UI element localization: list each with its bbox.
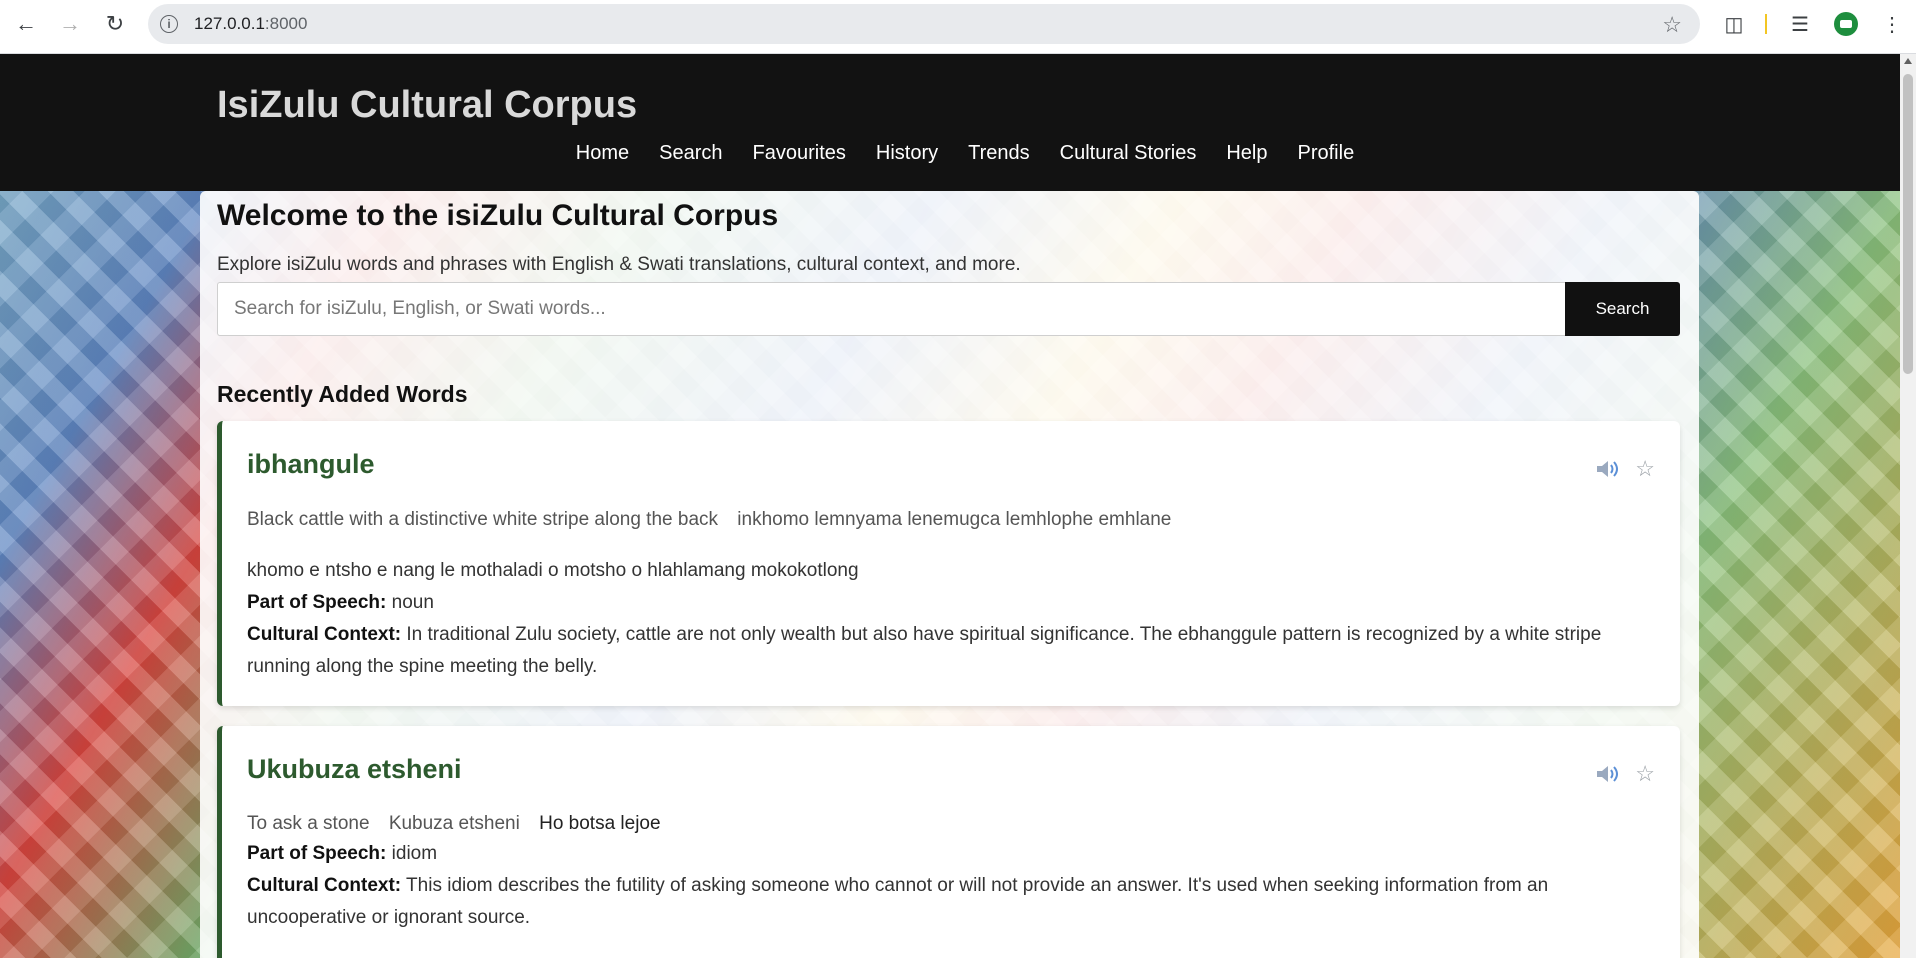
english-translation: Black cattle with a distinctive white st… — [247, 509, 719, 530]
nav-favourites[interactable]: Favourites — [753, 142, 846, 165]
context-value: In traditional Zulu society, cattle are … — [247, 624, 1602, 677]
menu-kebab-icon[interactable]: ⋮ — [1878, 10, 1906, 38]
site-info-icon[interactable]: i — [160, 15, 178, 33]
toolbar-divider — [1765, 14, 1767, 34]
extensions-icon[interactable]: ◫ — [1720, 10, 1748, 38]
cultural-context: Cultural Context: In traditional Zulu so… — [247, 619, 1630, 683]
nav-search[interactable]: Search — [659, 142, 722, 165]
english-translation: To ask a stone — [247, 813, 370, 834]
scrollbar-thumb[interactable] — [1903, 74, 1913, 374]
reload-icon[interactable]: ↻ — [99, 8, 131, 40]
page-viewport: IsiZulu Cultural Corpus Home Search Favo… — [0, 54, 1900, 958]
context-label: Cultural Context: — [247, 624, 402, 645]
page-scrollbar[interactable] — [1900, 54, 1916, 958]
scroll-up-arrow-icon[interactable] — [1904, 58, 1912, 64]
back-icon[interactable]: ← — [10, 8, 42, 40]
search-button[interactable]: Search — [1565, 282, 1680, 336]
address-bar[interactable]: i 127.0.0.1:8000 ☆ — [148, 4, 1700, 44]
part-of-speech: Part of Speech: noun — [247, 587, 1630, 619]
cultural-context: Cultural Context: This idiom describes t… — [247, 870, 1630, 934]
browser-toolbar: ← → ↻ i 127.0.0.1:8000 ☆ ◫ ☰ ⋮ — [0, 0, 1916, 54]
bookmark-star-icon[interactable]: ☆ — [1662, 12, 1682, 38]
pos-label: Part of Speech: — [247, 592, 387, 613]
favourite-star-icon[interactable]: ☆ — [1635, 456, 1655, 482]
forward-icon[interactable]: → — [54, 8, 86, 40]
word-card: Ukubuza etsheni ☆ To ask a stone Kubuza … — [217, 726, 1680, 958]
media-queue-icon[interactable]: ☰ — [1786, 10, 1814, 38]
main-panel: Welcome to the isiZulu Cultural Corpus E… — [200, 191, 1699, 958]
page-title: Welcome to the isiZulu Cultural Corpus — [217, 199, 779, 232]
nav-home[interactable]: Home — [576, 142, 629, 165]
pos-value: idiom — [391, 843, 438, 864]
profile-avatar-icon[interactable] — [1834, 12, 1858, 36]
url-text: 127.0.0.1:8000 — [194, 14, 308, 33]
part-of-speech: Part of Speech: idiom — [247, 838, 1630, 870]
word-card: ibhangule ☆ Black cattle with a distinct… — [217, 421, 1680, 706]
main-nav: Home Search Favourites History Trends Cu… — [0, 142, 1900, 165]
search-input[interactable] — [217, 282, 1565, 336]
swati-translation: Kubuza etsheni — [388, 813, 520, 834]
word-title: Ukubuza etsheni — [247, 754, 462, 784]
site-title: IsiZulu Cultural Corpus — [217, 84, 638, 126]
word-title: ibhangule — [247, 449, 375, 479]
recent-heading: Recently Added Words — [217, 381, 468, 407]
pos-value: noun — [391, 592, 434, 613]
nav-history[interactable]: History — [876, 142, 938, 165]
pos-label: Part of Speech: — [247, 843, 387, 864]
speaker-icon[interactable] — [1594, 458, 1620, 480]
nav-profile[interactable]: Profile — [1298, 142, 1355, 165]
speaker-icon[interactable] — [1594, 763, 1620, 785]
context-value: This idiom describes the futility of ask… — [247, 875, 1549, 928]
intro-text: Explore isiZulu words and phrases with E… — [217, 254, 1021, 275]
swati-translation: inkhomo lemnyama lenemugca lemhlophe emh… — [737, 509, 1172, 530]
site-header: IsiZulu Cultural Corpus Home Search Favo… — [0, 54, 1900, 191]
sotho-translation: khomo e ntsho e nang le mothaladi o mots… — [247, 560, 859, 581]
sotho-translation: Ho botsa lejoe — [539, 813, 661, 834]
nav-help[interactable]: Help — [1226, 142, 1267, 165]
nav-trends[interactable]: Trends — [968, 142, 1030, 165]
nav-cultural-stories[interactable]: Cultural Stories — [1060, 142, 1197, 165]
translations-line: To ask a stone Kubuza etsheni Ho botsa l… — [247, 813, 675, 835]
context-label: Cultural Context: — [247, 875, 402, 896]
favourite-star-icon[interactable]: ☆ — [1635, 761, 1655, 787]
translations-line: Black cattle with a distinctive white st… — [247, 509, 1185, 531]
